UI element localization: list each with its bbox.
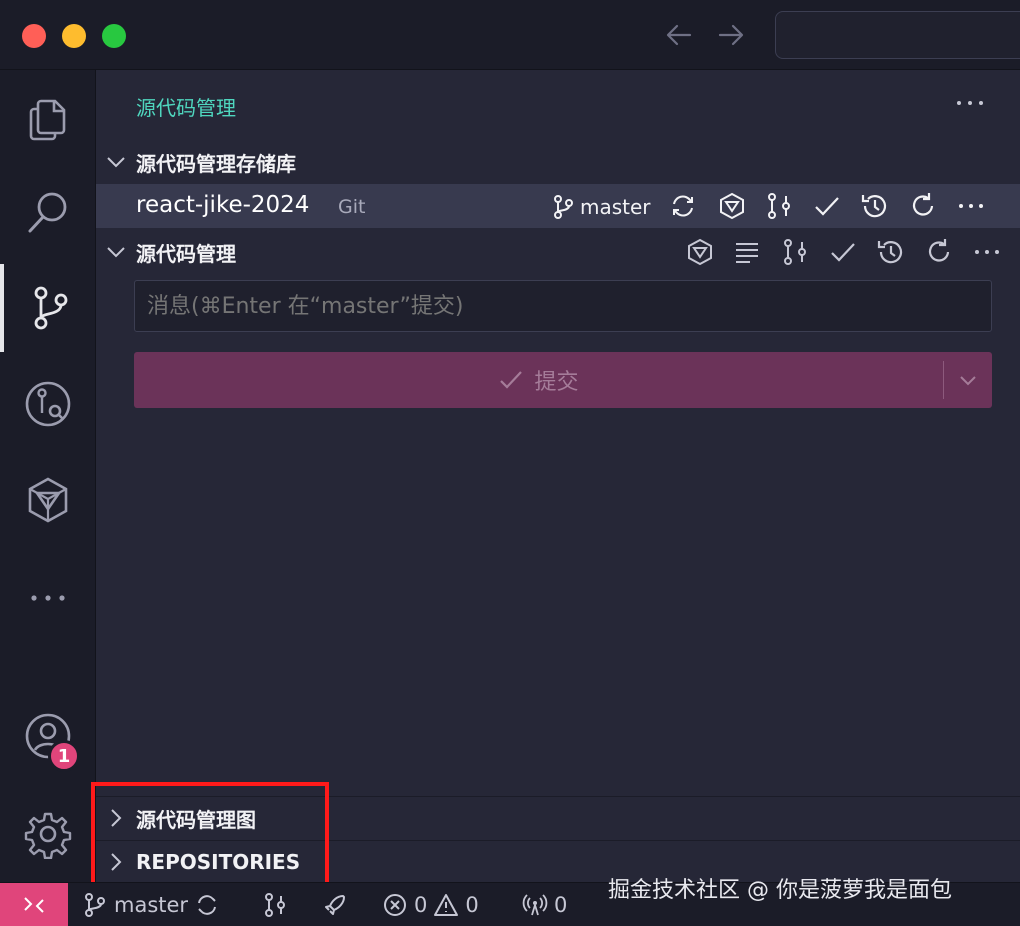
- watermark: 掘金技术社区 @ 你是菠萝我是面包: [608, 878, 952, 903]
- minimize-window-button[interactable]: [62, 24, 86, 48]
- repo-name: react-jike-2024: [136, 192, 310, 218]
- compare-changes-icon[interactable]: [764, 191, 794, 221]
- more-actions-icon[interactable]: [972, 237, 1002, 267]
- broadcast-icon: [522, 894, 548, 916]
- panel-title: 源代码管理: [136, 96, 236, 120]
- check-icon[interactable]: [812, 191, 842, 221]
- history-icon[interactable]: [876, 237, 906, 267]
- refresh-icon[interactable]: [924, 237, 954, 267]
- chevron-down-icon: [960, 376, 976, 386]
- tongyi-icon[interactable]: [0, 456, 96, 544]
- section-label: 源代码管理存储库: [136, 151, 296, 176]
- status-problems[interactable]: 0 0: [382, 889, 479, 921]
- branch-icon: [85, 893, 105, 917]
- status-branch[interactable]: master: [82, 889, 220, 921]
- remote-icon: [24, 897, 44, 913]
- git-graph-icon[interactable]: [0, 360, 96, 448]
- tongyi-icon[interactable]: [717, 191, 747, 221]
- branch-button[interactable]: master: [552, 192, 651, 222]
- section-label: 源代码管理: [136, 241, 236, 266]
- accounts-badge: 1: [48, 740, 80, 772]
- more-icon[interactable]: [0, 554, 96, 642]
- commit-dropdown-button[interactable]: [944, 352, 992, 408]
- warning-count: 0: [465, 893, 479, 917]
- status-compare[interactable]: [262, 889, 288, 921]
- check-icon: [500, 371, 523, 389]
- error-icon: [384, 894, 406, 916]
- chevron-down-icon: [107, 157, 125, 168]
- explorer-icon[interactable]: [0, 74, 96, 162]
- status-branch-name: master: [114, 893, 189, 917]
- tongyi-icon[interactable]: [685, 237, 715, 267]
- status-deploy[interactable]: [322, 889, 348, 921]
- commit-message-input[interactable]: [134, 280, 992, 332]
- arrow-right-icon[interactable]: [714, 18, 748, 52]
- arrow-left-icon[interactable]: [662, 18, 696, 52]
- compare-changes-icon[interactable]: [780, 237, 810, 267]
- error-count: 0: [414, 893, 428, 917]
- repositories-section-header[interactable]: 源代码管理存储库: [96, 142, 1020, 182]
- remote-indicator[interactable]: [0, 883, 68, 926]
- sync-icon[interactable]: [668, 191, 698, 221]
- view-as-list-icon[interactable]: [732, 237, 762, 267]
- more-actions-icon[interactable]: [956, 191, 986, 221]
- commit-main-action[interactable]: 提交: [134, 352, 943, 408]
- warning-icon: [434, 894, 459, 916]
- highlight-box: [91, 782, 329, 894]
- repository-row[interactable]: react-jike-2024 Git master: [96, 184, 1020, 228]
- history-icon[interactable]: [860, 191, 890, 221]
- source-control-panel: 源代码管理 源代码管理存储库 react-jike-2024 Git maste…: [96, 70, 1020, 882]
- gear-icon[interactable]: [0, 790, 96, 878]
- branch-icon: [554, 195, 573, 219]
- close-window-button[interactable]: [22, 24, 46, 48]
- commit-label: 提交: [534, 370, 579, 395]
- branch-name: master: [580, 195, 651, 219]
- ports-count: 0: [554, 893, 568, 917]
- command-center-search[interactable]: [775, 11, 1020, 59]
- commit-button[interactable]: 提交: [134, 352, 992, 408]
- sync-icon: [198, 895, 217, 915]
- rocket-icon: [325, 895, 345, 915]
- status-ports[interactable]: 0: [522, 889, 567, 921]
- accounts-icon[interactable]: [0, 692, 96, 780]
- check-icon[interactable]: [828, 237, 858, 267]
- changes-section-header[interactable]: 源代码管理: [96, 232, 1020, 272]
- more-actions-icon[interactable]: [952, 88, 988, 118]
- title-bar: [0, 0, 1020, 70]
- search-icon[interactable]: [0, 168, 96, 256]
- compare-changes-icon: [265, 893, 285, 917]
- maximize-window-button[interactable]: [102, 24, 126, 48]
- refresh-icon[interactable]: [908, 191, 938, 221]
- repo-type: Git: [338, 196, 366, 218]
- source-control-icon[interactable]: [0, 264, 96, 352]
- chevron-down-icon: [107, 247, 125, 258]
